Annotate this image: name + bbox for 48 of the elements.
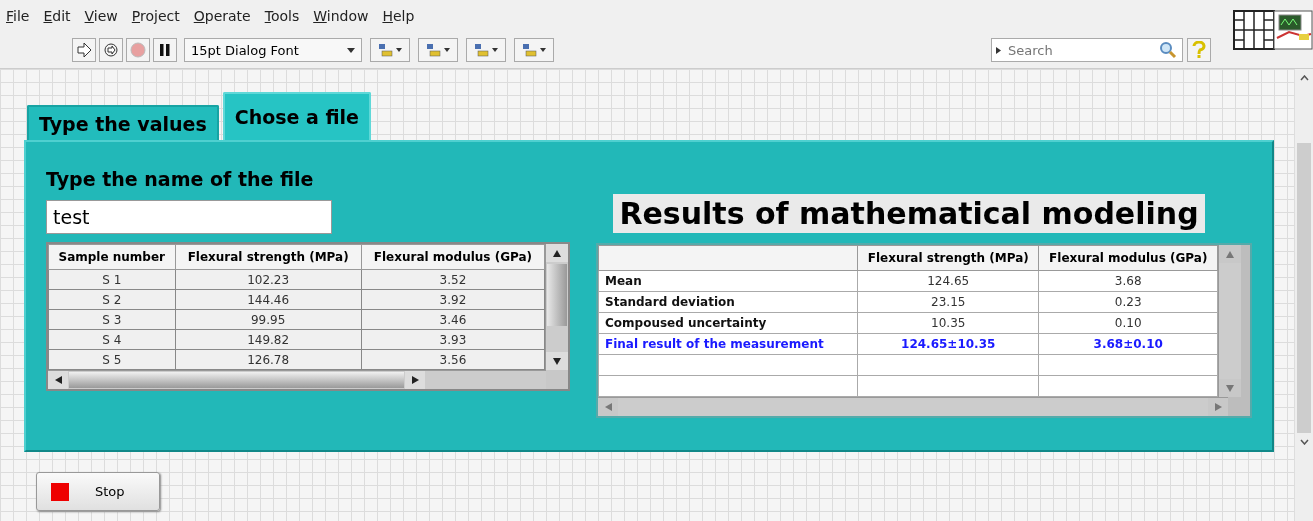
table-cell: 0.23 — [1038, 291, 1218, 313]
row-label: Standard deviation — [598, 291, 858, 313]
table-cell: 3.52 — [361, 269, 545, 290]
table-cell: 124.65±10.35 — [857, 333, 1039, 355]
column-header: Flexural strength (MPa) — [175, 244, 362, 270]
table-cell: 126.78 — [175, 349, 362, 370]
table-cell: 3.68 — [1038, 270, 1218, 292]
table-cell: 10.35 — [857, 312, 1039, 334]
file-name-field[interactable]: test — [46, 200, 332, 234]
font-dropdown[interactable]: 15pt Dialog Font — [184, 38, 362, 62]
tab[interactable]: Type the values — [27, 105, 219, 140]
table-cell: 23.15 — [857, 291, 1039, 313]
field-label: Type the name of the file — [46, 168, 315, 190]
menu-item[interactable]: Operate — [193, 8, 251, 24]
table-cell: 144.46 — [175, 289, 362, 310]
menu-item[interactable]: Project — [131, 8, 180, 24]
table-cell: 149.82 — [175, 329, 362, 350]
column-header: Flexural modulus (GPa) — [361, 244, 545, 270]
table-cell: 3.93 — [361, 329, 545, 350]
tab[interactable]: Chose a file — [222, 92, 371, 140]
column-header: Flexural strength (MPa) — [857, 245, 1039, 271]
table-cell: S 3 — [48, 309, 175, 330]
column-header: Sample number — [48, 244, 175, 270]
menu-item[interactable]: File — [6, 8, 30, 24]
table-cell: S 4 — [48, 329, 175, 350]
row-label: Compoused uncertainty — [598, 312, 858, 334]
search-field[interactable]: Search — [991, 38, 1183, 62]
menu-item[interactable]: Window — [313, 8, 369, 24]
menu-item[interactable]: Tools — [264, 8, 300, 24]
table-cell: 102.23 — [175, 269, 362, 290]
table-cell: 0.10 — [1038, 312, 1218, 334]
stop-button[interactable]: Stop — [36, 472, 160, 511]
table-cell: S 1 — [48, 269, 175, 290]
row-label: Final result of the measurement — [598, 333, 858, 355]
table-cell: 3.46 — [361, 309, 545, 330]
results-title: Results of mathematical modeling — [613, 194, 1205, 233]
table-cell: 99.95 — [175, 309, 362, 330]
table-cell: 3.92 — [361, 289, 545, 310]
row-label: Mean — [598, 270, 858, 292]
table-cell: 124.65 — [857, 270, 1039, 292]
menu-item[interactable]: Help — [382, 8, 415, 24]
menu-item[interactable]: Edit — [43, 8, 71, 24]
table-cell: S 2 — [48, 289, 175, 310]
column-header: Flexural modulus (GPa) — [1038, 245, 1218, 271]
table-cell: 3.68±0.10 — [1038, 333, 1218, 355]
menu-item[interactable]: View — [84, 8, 118, 24]
table-cell: S 5 — [48, 349, 175, 370]
table-cell: 3.56 — [361, 349, 545, 370]
